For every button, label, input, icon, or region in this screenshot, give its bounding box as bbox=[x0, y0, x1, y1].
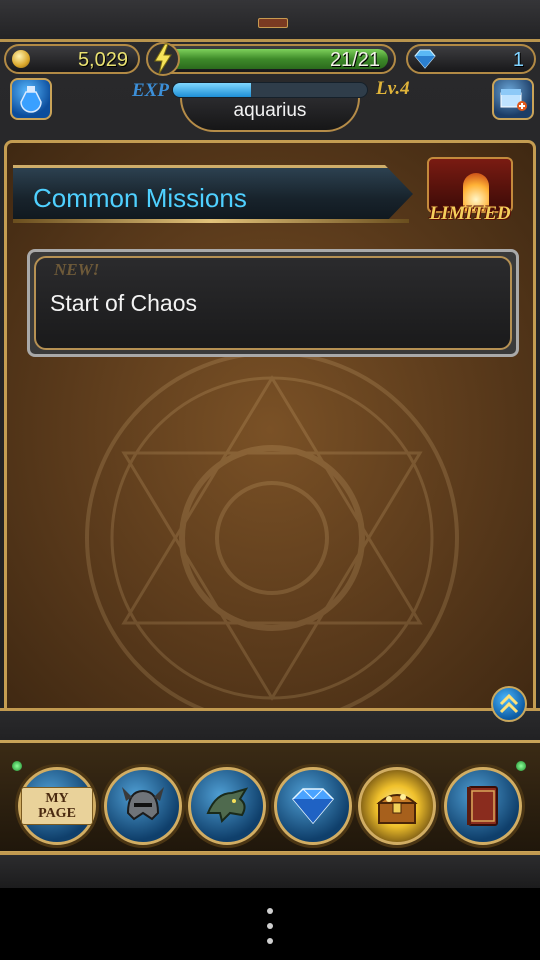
nav-treasure[interactable] bbox=[358, 767, 436, 845]
bottom-nav: MY PAGE bbox=[0, 740, 540, 854]
treasure-chest-plus-icon bbox=[500, 89, 527, 111]
scroll-to-top-button[interactable] bbox=[491, 686, 527, 722]
game-screen: 5,029 21/21 1 EXP Lv.4 aquarius Common M… bbox=[0, 0, 540, 888]
lightning-icon bbox=[146, 42, 180, 76]
top-ornament bbox=[0, 0, 540, 42]
section-title: Common Missions bbox=[33, 183, 247, 213]
gem-shop-button[interactable] bbox=[492, 78, 534, 120]
magic-circle-emblem bbox=[85, 351, 459, 717]
exp-fill bbox=[173, 83, 251, 97]
section-banner: Common Missions bbox=[13, 165, 413, 223]
nav-my-page[interactable]: MY PAGE bbox=[18, 767, 96, 845]
limited-missions-button[interactable]: LIMITED bbox=[419, 157, 521, 229]
username: aquarius bbox=[233, 100, 307, 121]
status-light-left bbox=[12, 761, 22, 771]
overflow-menu-icon[interactable] bbox=[266, 908, 274, 944]
helmet-icon bbox=[122, 787, 164, 821]
coin-icon bbox=[12, 50, 30, 68]
gem-value: 1 bbox=[512, 49, 524, 71]
limited-label: LIMITED bbox=[429, 203, 511, 224]
top-notch bbox=[258, 18, 288, 28]
double-chevron-up-icon bbox=[499, 693, 519, 714]
gem-counter: 1 bbox=[406, 44, 536, 74]
dragon-icon bbox=[206, 787, 249, 823]
my-page-label: MY PAGE bbox=[21, 787, 93, 825]
stamina-bar: 21/21 bbox=[146, 42, 396, 76]
nav-equipment[interactable] bbox=[104, 767, 182, 845]
status-light-right bbox=[516, 761, 526, 771]
exp-bar bbox=[172, 82, 368, 98]
level-label: Lv.4 bbox=[376, 78, 410, 99]
coin-value: 5,029 bbox=[77, 49, 128, 71]
nav-crystal[interactable] bbox=[274, 767, 352, 845]
coin-counter: 5,029 bbox=[4, 44, 140, 74]
book-icon bbox=[467, 786, 498, 826]
exp-label: EXP bbox=[132, 80, 169, 101]
banner-trim bbox=[13, 219, 409, 223]
crystal-icon bbox=[291, 788, 335, 825]
potion-icon bbox=[20, 86, 42, 113]
level-panel: EXP Lv.4 aquarius bbox=[120, 74, 420, 134]
missions-board: Common Missions LIMITED NEW! Start of Ch… bbox=[4, 140, 536, 720]
potion-button[interactable] bbox=[10, 78, 52, 120]
nav-card-book[interactable] bbox=[444, 767, 522, 845]
gem-icon bbox=[414, 49, 436, 69]
mission-title: Start of Chaos bbox=[50, 290, 198, 316]
nav-summon[interactable] bbox=[188, 767, 266, 845]
treasure-chest-icon bbox=[376, 794, 418, 824]
new-badge: NEW! bbox=[54, 260, 100, 279]
mission-item-inner: NEW! Start of Chaos bbox=[34, 256, 512, 350]
bottom-frame bbox=[0, 852, 540, 888]
mission-item[interactable]: NEW! Start of Chaos bbox=[27, 249, 519, 357]
stamina-value: 21/21 bbox=[329, 49, 380, 71]
system-nav-bar bbox=[0, 888, 540, 960]
